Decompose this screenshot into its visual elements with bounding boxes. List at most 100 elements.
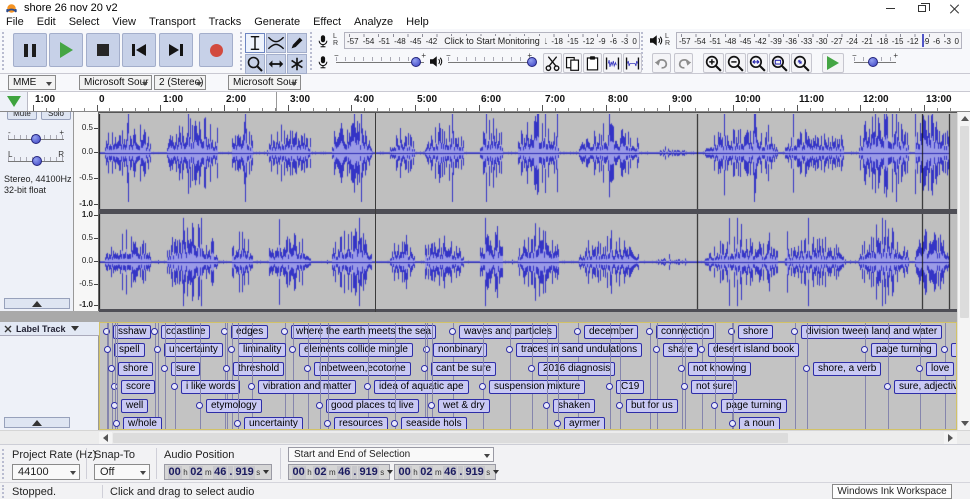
- horizontal-scrollbar[interactable]: [0, 430, 970, 444]
- label-chip[interactable]: coastline: [161, 325, 210, 339]
- label-chip[interactable]: 2016 diagnosis: [538, 362, 615, 376]
- label-chip[interactable]: but for us: [626, 399, 678, 413]
- label-handle[interactable]: [606, 383, 613, 390]
- label-handle[interactable]: [616, 402, 623, 409]
- timeline-options-button[interactable]: [0, 92, 28, 111]
- label-track-panel[interactable]: Label Track: [0, 322, 99, 430]
- label-chip[interactable]: a noun: [739, 417, 780, 430]
- label-track-name[interactable]: Label Track: [16, 324, 66, 334]
- label-chip[interactable]: i like words: [181, 380, 240, 394]
- cut-button[interactable]: [543, 53, 562, 73]
- label-chip[interactable]: traces in sand undulations: [516, 343, 642, 357]
- label-handle[interactable]: [678, 365, 685, 372]
- audio-host-select[interactable]: MME: [8, 75, 56, 90]
- label-handle[interactable]: [304, 365, 311, 372]
- label-chip[interactable]: vibration and matter: [258, 380, 356, 394]
- waveform-channel-left[interactable]: [99, 114, 957, 209]
- vertical-scroll-thumb[interactable]: [960, 126, 969, 318]
- label-chip[interactable]: cant be sure: [431, 362, 496, 376]
- label-chip[interactable]: resources: [334, 417, 388, 430]
- toolbar-grip[interactable]: [310, 32, 314, 70]
- label-handle[interactable]: [324, 420, 331, 427]
- toolbar-grip[interactable]: [2, 32, 6, 70]
- menu-generate[interactable]: Generate: [249, 16, 308, 29]
- selection-end-field[interactable]: 00h02m46.919s: [394, 464, 496, 480]
- label-handle[interactable]: [803, 365, 810, 372]
- transport-skip-end-button[interactable]: [159, 33, 193, 67]
- selection-tool-button[interactable]: [245, 33, 265, 53]
- label-handle[interactable]: [791, 328, 798, 335]
- transport-pause-button[interactable]: [13, 33, 47, 67]
- label-handle[interactable]: [554, 420, 561, 427]
- label-chip[interactable]: nonbinary: [433, 343, 487, 357]
- trim-button[interactable]: [603, 53, 622, 73]
- playback-volume-slider[interactable]: −+: [446, 53, 532, 70]
- play-speed-slider[interactable]: −+: [852, 53, 898, 70]
- label-handle[interactable]: [171, 383, 178, 390]
- label-chip[interactable]: suspension mixture: [489, 380, 585, 394]
- label-area[interactable]: sshawcoastlineedgeswhere the earth meets…: [99, 322, 957, 430]
- selection-range-select[interactable]: Start and End of Selection: [288, 447, 494, 462]
- label-chip[interactable]: where the earth meets the sea: [291, 325, 436, 339]
- label-handle[interactable]: [916, 365, 923, 372]
- label-chip[interactable]: shore: [738, 325, 773, 339]
- label-chip[interactable]: division tween land and water: [801, 325, 942, 339]
- scroll-up-button[interactable]: [958, 112, 970, 125]
- restore-button[interactable]: [906, 1, 938, 16]
- label-track-collapse-button[interactable]: [4, 417, 70, 428]
- selection-start-field[interactable]: 00h02m46.919s: [288, 464, 390, 480]
- label-chip[interactable]: good places to live: [326, 399, 419, 413]
- play-at-speed-button[interactable]: [822, 53, 844, 73]
- paste-button[interactable]: [583, 53, 602, 73]
- pan-slider[interactable]: L R: [7, 151, 65, 167]
- zoom-fit-button[interactable]: [769, 53, 790, 73]
- label-handle[interactable]: [574, 328, 581, 335]
- label-handle[interactable]: [228, 346, 235, 353]
- silence-button[interactable]: [623, 53, 642, 73]
- label-handle[interactable]: [281, 328, 288, 335]
- label-handle[interactable]: [729, 420, 736, 427]
- label-chip[interactable]: page turning: [721, 399, 787, 413]
- label-chip[interactable]: share: [663, 343, 698, 357]
- label-handle[interactable]: [528, 365, 535, 372]
- label-handle[interactable]: [223, 365, 230, 372]
- toolbar-grip[interactable]: [2, 449, 6, 479]
- toolbar-grip[interactable]: [240, 32, 244, 70]
- timeline-ruler[interactable]: 1:0001:002:003:004:005:006:007:008:009:0…: [0, 92, 970, 112]
- vertical-scrollbar[interactable]: [957, 112, 970, 430]
- label-chip[interactable]: not knowing: [688, 362, 751, 376]
- label-chip[interactable]: seaside hols: [401, 417, 467, 430]
- waveform-channel-right[interactable]: [99, 214, 957, 309]
- label-handle[interactable]: [289, 346, 296, 353]
- menu-transport[interactable]: Transport: [144, 16, 204, 29]
- recording-volume-slider[interactable]: −+: [334, 53, 426, 70]
- menu-file[interactable]: File: [1, 16, 32, 29]
- label-handle[interactable]: [698, 346, 705, 353]
- label-chip[interactable]: liminality: [238, 343, 286, 357]
- menu-help[interactable]: Help: [401, 16, 437, 29]
- stereo-track-panel[interactable]: Mute Solo - + L R Stereo, 44100Hz 32-bit…: [0, 112, 74, 311]
- label-chip[interactable]: love: [926, 362, 954, 376]
- gain-slider-thumb[interactable]: [31, 134, 41, 144]
- label-chip[interactable]: etymology: [206, 399, 262, 413]
- label-chip[interactable]: threshold: [233, 362, 284, 376]
- transport-record-button[interactable]: [199, 33, 233, 67]
- playback-volume-slider-thumb[interactable]: [527, 57, 537, 67]
- envelope-tool-button[interactable]: [266, 33, 286, 53]
- label-handle[interactable]: [646, 328, 653, 335]
- zoom-toggle-button[interactable]: [791, 53, 812, 73]
- label-chip[interactable]: shore, a verb: [813, 362, 881, 376]
- label-handle[interactable]: [861, 346, 868, 353]
- label-handle[interactable]: [428, 402, 435, 409]
- label-handle[interactable]: [506, 346, 513, 353]
- label-chip[interactable]: shore: [118, 362, 153, 376]
- solo-button[interactable]: Solo: [41, 112, 71, 120]
- playback-meter[interactable]: -57-54-51-48-45-42-39-36-33-30-27-24-21-…: [676, 32, 962, 49]
- label-handle[interactable]: [104, 346, 111, 353]
- scroll-down-button[interactable]: [958, 417, 970, 430]
- zoom-selection-button[interactable]: [747, 53, 768, 73]
- label-chip[interactable]: desert island book: [708, 343, 799, 357]
- close-button[interactable]: [938, 1, 970, 16]
- label-handle[interactable]: [234, 420, 241, 427]
- label-handle[interactable]: [151, 328, 158, 335]
